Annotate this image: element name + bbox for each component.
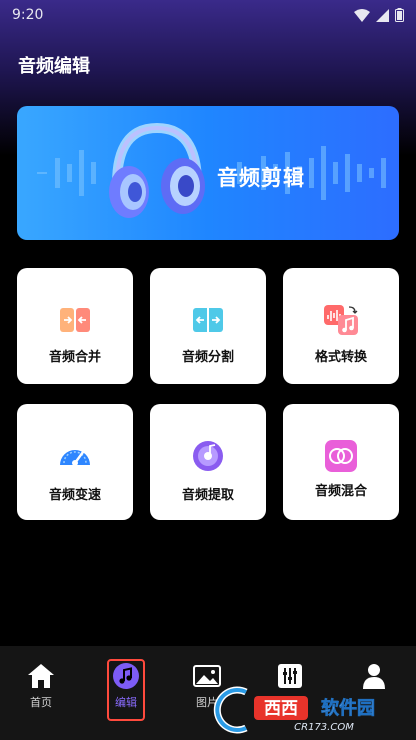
banner-title: 音频剪辑 — [217, 166, 305, 190]
merge-icon — [60, 308, 90, 332]
status-time: 9:20 — [12, 7, 44, 23]
tool-card-format-convert[interactable]: 格式转换 — [283, 268, 399, 384]
headphones-icon — [109, 122, 205, 218]
status-bar: 9:20 — [0, 0, 416, 30]
tool-label: 音频合并 — [48, 350, 101, 365]
format-convert-icon — [324, 305, 358, 335]
tool-label: 音频提取 — [181, 488, 234, 503]
speedometer-icon — [60, 450, 90, 466]
status-icons — [354, 8, 404, 22]
svg-text:软件园: 软件园 — [321, 697, 375, 719]
nav-label: 首页 — [30, 696, 52, 709]
nav-item-home[interactable]: 首页 — [11, 662, 71, 710]
waveform-decoration — [37, 122, 386, 218]
audio-cut-banner[interactable]: 音频剪辑 — [17, 106, 399, 240]
svg-text:CR173.COM: CR173.COM — [294, 722, 354, 733]
tool-label: 音频变速 — [48, 488, 101, 503]
tool-card-audio-split[interactable]: 音频分割 — [150, 268, 266, 384]
tool-card-audio-extract[interactable]: 音频提取 — [150, 404, 266, 520]
tool-label: 音频混合 — [314, 484, 367, 499]
tool-card-audio-speed[interactable]: 音频变速 — [17, 404, 133, 520]
mix-icon — [325, 440, 357, 472]
watermark-logo: 西西 软件园 CR173.COM — [213, 686, 375, 734]
tool-card-audio-merge[interactable]: 音频合并 — [17, 268, 133, 384]
tool-label: 音频分割 — [181, 350, 234, 365]
wifi-icon — [354, 8, 370, 22]
home-icon — [28, 664, 54, 688]
split-icon — [193, 305, 223, 335]
page-title: 音频编辑 — [18, 56, 90, 77]
tool-card-audio-mix[interactable]: 音频混合 — [283, 404, 399, 520]
tool-label: 格式转换 — [314, 350, 367, 365]
active-tab-highlight — [107, 659, 145, 721]
signal-icon — [376, 8, 389, 22]
svg-text:西西: 西西 — [264, 699, 298, 719]
battery-icon — [395, 8, 404, 22]
music-disc-icon — [193, 441, 223, 471]
